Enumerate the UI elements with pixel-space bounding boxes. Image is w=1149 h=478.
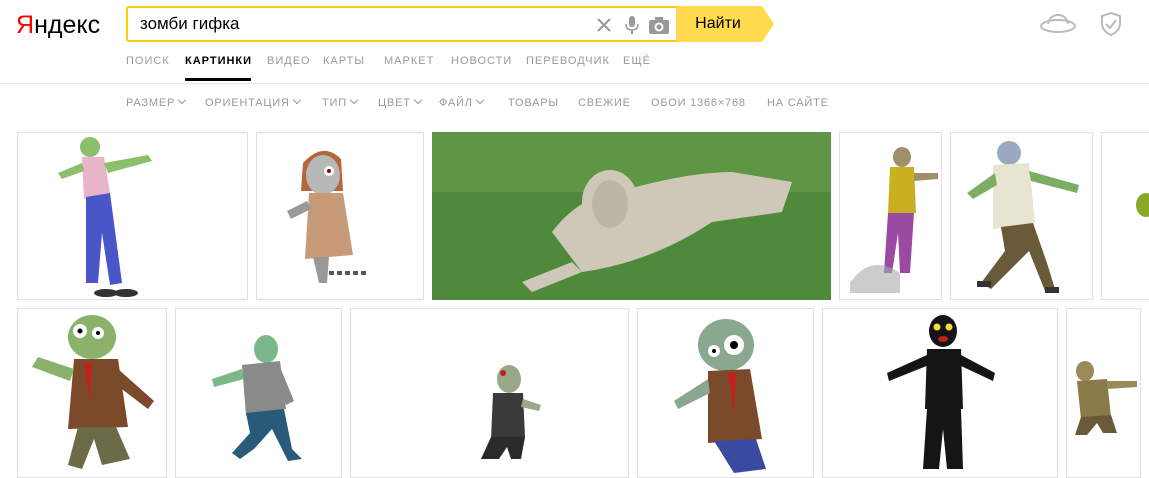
header-divider (0, 83, 1149, 84)
service-tab-search[interactable]: ПОИСК (126, 55, 170, 67)
filter-label: ОРИЕНТАЦИЯ (205, 97, 290, 109)
service-tab-video[interactable]: ВИДЕО (267, 55, 311, 67)
zombie-image (1136, 193, 1149, 217)
chevron-down-icon (413, 95, 422, 105)
weather-cloud-icon[interactable] (1038, 12, 1078, 41)
image-result[interactable] (17, 308, 167, 478)
zombie-image (887, 315, 995, 469)
yandex-logo[interactable]: Яндекс (16, 8, 106, 40)
zombie-image (432, 132, 831, 300)
image-result[interactable] (822, 308, 1058, 478)
image-result[interactable] (432, 132, 831, 300)
filter-size[interactable]: РАЗМЕР (126, 95, 187, 109)
image-result[interactable] (256, 132, 424, 300)
image-result[interactable] (1066, 308, 1141, 478)
service-tab-market[interactable]: МАРКЕТ (384, 55, 434, 67)
image-result[interactable] (350, 308, 629, 478)
filter-label: ФАЙЛ (439, 97, 473, 109)
search-input[interactable] (140, 8, 580, 40)
filter-label: ЦВЕТ (378, 97, 411, 109)
image-result[interactable] (17, 132, 248, 300)
find-button-arrow (762, 6, 774, 42)
service-tab-maps[interactable]: КАРТЫ (323, 55, 365, 67)
zombie-image (967, 141, 1079, 293)
search-field-frame (126, 6, 676, 42)
image-result[interactable] (950, 132, 1093, 300)
image-result[interactable] (839, 132, 942, 300)
camera-icon[interactable] (648, 15, 670, 35)
chevron-down-icon (177, 95, 187, 105)
filter-orientation[interactable]: ОРИЕНТАЦИЯ (205, 95, 302, 109)
filter-label: РАЗМЕР (126, 97, 176, 109)
zombie-image (212, 335, 302, 461)
image-result[interactable] (1101, 132, 1149, 300)
zombie-image (287, 150, 369, 283)
image-result[interactable] (175, 308, 342, 478)
zombie-image (58, 137, 152, 297)
shield-icon[interactable] (1100, 11, 1122, 41)
service-tab-more[interactable]: ЕЩЁ (623, 55, 651, 67)
zombie-image (850, 147, 938, 293)
filter-color[interactable]: ЦВЕТ (378, 95, 422, 109)
service-tab-news[interactable]: НОВОСТИ (451, 55, 512, 67)
zombie-image (32, 315, 154, 469)
microphone-icon[interactable] (622, 15, 642, 35)
zombie-image (1075, 361, 1137, 435)
image-result[interactable] (637, 308, 814, 478)
filter-label: ТИП (322, 97, 347, 109)
filter-file[interactable]: ФАЙЛ (439, 95, 485, 109)
zombie-image (481, 365, 541, 459)
chevron-down-icon (292, 95, 302, 105)
filter-goods[interactable]: ТОВАРЫ (508, 97, 559, 109)
filter-wallpaper[interactable]: ОБОИ 1366×768 (651, 97, 746, 109)
service-tab-images[interactable]: КАРТИНКИ (185, 55, 252, 67)
chevron-down-icon (475, 95, 485, 105)
logo-text: Яндекс (16, 11, 100, 39)
close-icon[interactable] (594, 15, 614, 35)
search-form: Найти (126, 6, 774, 42)
chevron-down-icon (349, 95, 359, 105)
service-tab-translator[interactable]: ПЕРЕВОДЧИК (526, 55, 610, 67)
filter-type[interactable]: ТИП (322, 95, 359, 109)
filter-fresh[interactable]: СВЕЖИЕ (578, 97, 631, 109)
zombie-image (674, 319, 766, 473)
active-tab-underline (185, 78, 251, 81)
filter-on-site[interactable]: НА САЙТЕ (767, 97, 829, 109)
find-button[interactable]: Найти (676, 6, 762, 42)
